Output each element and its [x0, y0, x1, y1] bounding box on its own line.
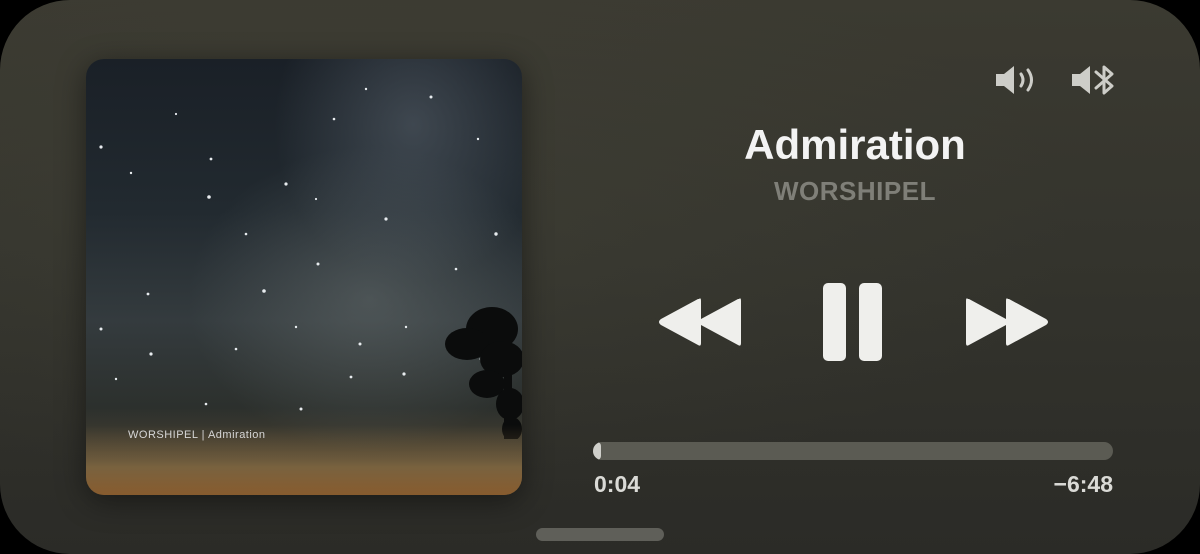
now-playing-panel: WORSHIPEL | Admiration Admiration WORSHI… — [0, 0, 1200, 554]
bluetooth-speaker-icon[interactable] — [1070, 62, 1120, 98]
rewind-button[interactable] — [655, 295, 745, 349]
track-artist[interactable]: WORSHIPEL — [620, 174, 1090, 208]
home-indicator[interactable] — [536, 528, 664, 541]
track-title: Admiration — [744, 121, 966, 168]
rewind-icon — [659, 298, 741, 346]
elapsed-time: 0:04 — [594, 471, 641, 497]
speaker-volume-icon[interactable] — [994, 62, 1040, 98]
remaining-time: −6:48 — [1053, 471, 1113, 497]
tree-silhouette — [445, 307, 522, 439]
fast-forward-button[interactable] — [962, 295, 1052, 349]
pause-icon — [823, 283, 882, 361]
album-artwork[interactable]: WORSHIPEL | Admiration — [86, 59, 522, 495]
playback-progress-fill — [593, 442, 601, 460]
artwork-caption: WORSHIPEL | Admiration — [128, 429, 266, 441]
fast-forward-icon — [966, 298, 1048, 346]
pause-button[interactable] — [822, 282, 884, 362]
playback-scrubber[interactable] — [593, 442, 1113, 460]
